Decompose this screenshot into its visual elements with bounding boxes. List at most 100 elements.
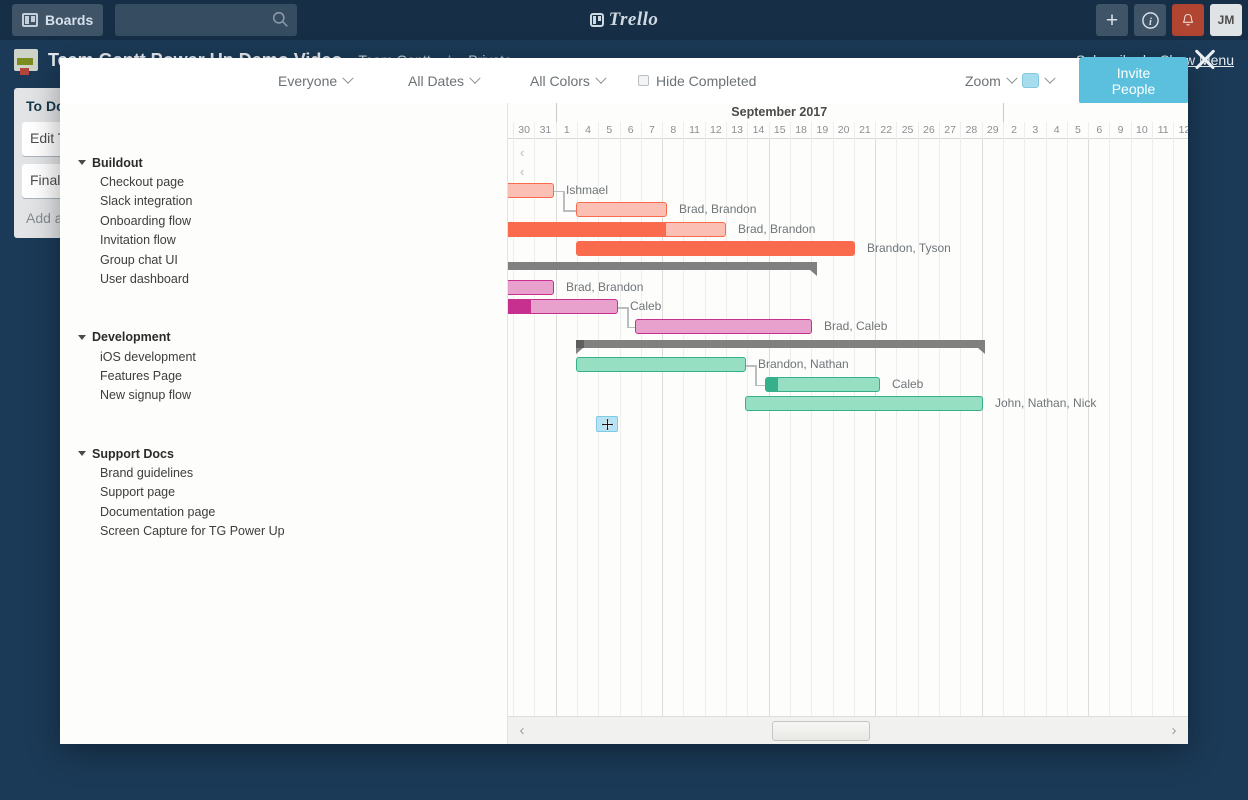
dependency-link bbox=[563, 190, 565, 211]
gantt-bar-assignees: Brad, Brandon bbox=[738, 221, 816, 236]
day-tick-label: 18 bbox=[789, 122, 811, 139]
scroll-right-icon[interactable]: › bbox=[1160, 722, 1188, 739]
task-row[interactable]: New signup flow bbox=[60, 386, 507, 405]
day-tick-label: 30 bbox=[513, 122, 534, 139]
gantt-bar[interactable] bbox=[508, 279, 554, 295]
info-button[interactable]: i bbox=[1134, 4, 1166, 36]
task-row-label: New signup flow bbox=[100, 388, 192, 403]
triangle-down-icon bbox=[78, 160, 86, 166]
boards-button[interactable]: Boards bbox=[12, 4, 104, 36]
grid-line bbox=[896, 139, 898, 716]
task-row[interactable]: Group chat UI bbox=[60, 250, 507, 269]
boards-button-label: Boards bbox=[45, 12, 94, 28]
avatar[interactable]: JM bbox=[1210, 4, 1242, 36]
dates-filter-dropdown[interactable]: All Dates bbox=[408, 72, 481, 89]
task-row[interactable]: Checkout page bbox=[60, 172, 507, 191]
chevron-down-icon bbox=[469, 72, 481, 84]
day-tick-label: 3 bbox=[1024, 122, 1045, 139]
task-row[interactable]: Brand guidelines bbox=[60, 463, 507, 482]
grid-line bbox=[1173, 139, 1175, 716]
task-row-label: Group chat UI bbox=[100, 252, 178, 267]
gantt-bar[interactable] bbox=[508, 221, 726, 237]
task-row[interactable]: Support page bbox=[60, 483, 507, 502]
offscreen-indicator-icon[interactable]: ‹ bbox=[520, 165, 524, 178]
summary-bar-handle[interactable] bbox=[576, 340, 584, 348]
grid-line bbox=[1152, 139, 1153, 716]
day-tick-label: 7 bbox=[640, 122, 662, 139]
task-group-header[interactable]: Buildout bbox=[60, 153, 507, 172]
gantt-bar-assignees: Caleb bbox=[630, 299, 662, 314]
chevron-down-icon bbox=[595, 72, 607, 84]
grid-line bbox=[1130, 139, 1132, 716]
day-tick-label: 2 bbox=[1002, 122, 1024, 139]
grid-line bbox=[1045, 139, 1047, 716]
gantt-bar[interactable] bbox=[576, 241, 855, 256]
task-row[interactable]: Features Page bbox=[60, 366, 507, 385]
task-row[interactable]: Onboarding flow bbox=[60, 211, 507, 230]
add-button[interactable]: + bbox=[1096, 4, 1128, 36]
task-row-label: iOS development bbox=[100, 349, 196, 364]
day-tick-label: 4 bbox=[576, 122, 598, 139]
day-tick-label: 8 bbox=[662, 122, 683, 139]
task-group-header[interactable]: Support Docs bbox=[60, 444, 507, 463]
day-tick-label: 29 bbox=[981, 122, 1003, 139]
gantt-bar-progress bbox=[766, 377, 779, 391]
gantt-summary-bar[interactable] bbox=[508, 262, 817, 271]
horizontal-scrollbar[interactable]: ‹ › bbox=[508, 716, 1188, 744]
people-filter-dropdown[interactable]: Everyone bbox=[278, 72, 354, 89]
boards-icon bbox=[22, 13, 38, 27]
task-row-label: Features Page bbox=[100, 368, 182, 383]
day-tick-label: 13 bbox=[726, 122, 747, 139]
scrollbar-thumb[interactable] bbox=[772, 720, 870, 741]
timeline-header: September 2017 30 31 1 4 5 6 7 8 11 12 13 14 15 18 19 2… bbox=[508, 103, 1188, 139]
task-row[interactable]: User dashboard bbox=[60, 269, 507, 288]
day-tick-label: 22 bbox=[875, 122, 896, 139]
search-input[interactable] bbox=[115, 4, 298, 36]
day-tick-label: 21 bbox=[853, 122, 875, 139]
gantt-chart: Buildout Checkout page Slack integration On… bbox=[60, 103, 1188, 744]
close-icon[interactable] bbox=[1190, 44, 1220, 74]
color-swatch-icon bbox=[1022, 73, 1039, 88]
notifications-button[interactable] bbox=[1172, 4, 1204, 36]
checkbox-icon bbox=[638, 75, 649, 86]
grid-line bbox=[875, 139, 877, 716]
gantt-bar[interactable] bbox=[635, 318, 812, 334]
day-tick-label: 5 bbox=[1066, 122, 1088, 139]
dependency-link bbox=[755, 365, 757, 385]
gantt-summary-bar[interactable] bbox=[576, 340, 985, 348]
dependency-link bbox=[755, 384, 765, 387]
gantt-bar[interactable] bbox=[576, 357, 746, 373]
gantt-bar[interactable] bbox=[508, 182, 554, 198]
colors-filter-dropdown[interactable]: All Colors bbox=[530, 72, 607, 89]
scroll-left-icon[interactable]: ‹ bbox=[508, 722, 536, 739]
zoom-dropdown[interactable]: Zoom bbox=[965, 72, 1018, 89]
day-tick-label: 9 bbox=[1109, 122, 1130, 139]
task-row[interactable]: Screen Capture for TG Power Up bbox=[60, 521, 507, 540]
invite-people-button[interactable]: Invite People bbox=[1079, 56, 1188, 105]
task-row[interactable]: Documentation page bbox=[60, 502, 507, 521]
grid-line bbox=[1024, 139, 1026, 716]
task-row[interactable]: iOS development bbox=[60, 347, 507, 366]
task-row[interactable]: Slack integration bbox=[60, 192, 507, 211]
chevron-down-icon bbox=[342, 72, 354, 84]
task-row[interactable]: Invitation flow bbox=[60, 231, 507, 250]
dependency-link bbox=[554, 190, 564, 193]
day-tick-label: 20 bbox=[832, 122, 854, 139]
gantt-bar[interactable] bbox=[576, 202, 667, 218]
timeline-pane[interactable]: September 2017 30 31 1 4 5 6 7 8 11 12 13 14 15 18 19 2… bbox=[508, 103, 1188, 744]
scrollbar-track[interactable] bbox=[536, 717, 1160, 745]
offscreen-indicator-icon[interactable]: ‹ bbox=[520, 146, 524, 159]
triangle-down-icon bbox=[78, 451, 86, 457]
task-group-label: Development bbox=[92, 330, 171, 345]
gantt-bar-assignees: Caleb bbox=[892, 376, 924, 391]
dependency-link bbox=[746, 365, 756, 367]
gantt-bar[interactable] bbox=[745, 396, 983, 412]
gantt-bar[interactable] bbox=[508, 299, 618, 315]
task-group-header[interactable]: Development bbox=[60, 328, 507, 347]
hide-completed-checkbox[interactable]: Hide Completed bbox=[638, 73, 756, 89]
dependency-link bbox=[627, 307, 629, 327]
search-icon bbox=[273, 11, 289, 27]
color-picker-dropdown[interactable] bbox=[1022, 72, 1056, 88]
gantt-bar[interactable] bbox=[765, 376, 880, 392]
